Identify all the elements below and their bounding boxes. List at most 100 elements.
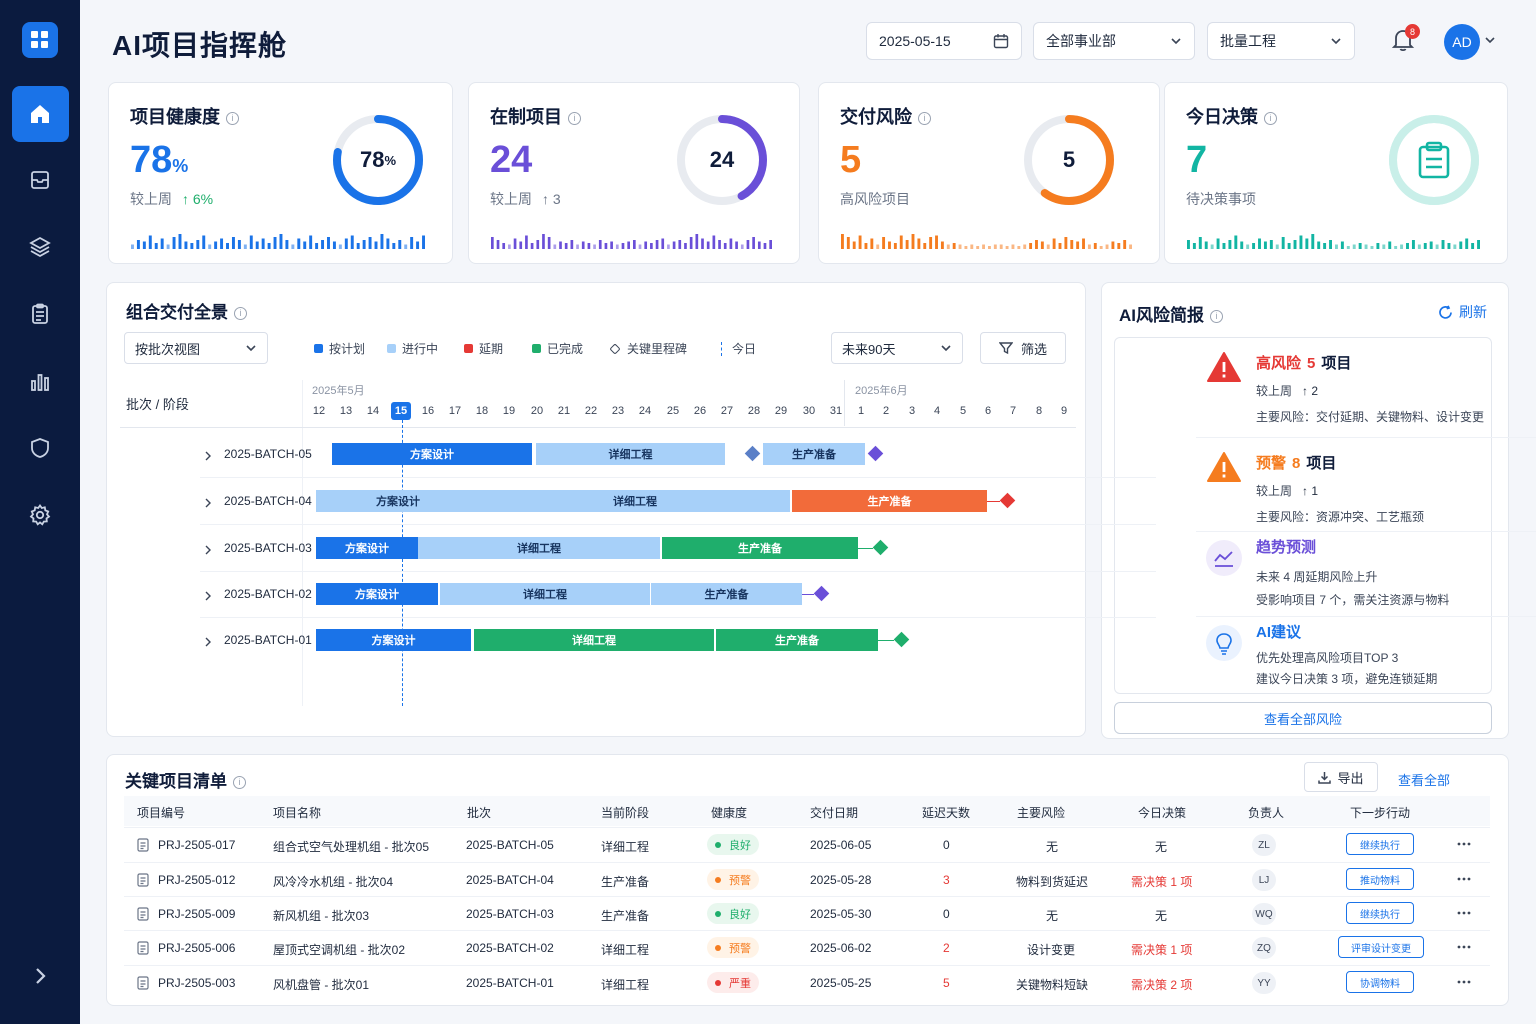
spark-bar <box>661 238 665 249</box>
division-select[interactable]: 全部事业部 <box>1033 22 1195 60</box>
view-all-projects-link[interactable]: 查看全部 <box>1398 770 1450 789</box>
gantt-bar-design[interactable]: 方案设计 <box>316 490 480 512</box>
table-row[interactable]: PRJ-2505-009 新风机组 - 批次03 2025-BATCH-03 生产准备… <box>124 896 1490 930</box>
sidebar-expand-button[interactable] <box>0 948 80 1004</box>
table-header-5: 交付日期 <box>810 806 859 820</box>
next-action-button[interactable]: 协调物料 <box>1346 971 1414 993</box>
today-decision[interactable]: 需决策 2 项 <box>1131 976 1192 993</box>
batch-name[interactable]: 2025-BATCH-02 <box>224 587 312 601</box>
expand-row-chevron-icon[interactable] <box>204 448 212 466</box>
gantt-bar-production[interactable]: 生产准备 <box>792 490 987 512</box>
risk-item-2[interactable]: 趋势预测 未来 4 周延期风险上升 受影响项目 7 个，需关注资源与物料 <box>1196 531 1536 615</box>
batch-name[interactable]: 2025-BATCH-01 <box>224 633 312 647</box>
batch-name[interactable]: 2025-BATCH-05 <box>224 447 312 461</box>
gantt-bar-engineering[interactable]: 详细工程 <box>480 490 790 512</box>
project-name[interactable]: 风机盘管 - 批次01 <box>273 976 369 993</box>
more-options-icon[interactable] <box>1456 974 1472 993</box>
sidebar-item-tasks[interactable] <box>0 286 80 342</box>
table-row[interactable]: PRJ-2505-017 组合式空气处理机组 - 批次05 2025-BATCH-0… <box>124 827 1490 861</box>
risk-item-3[interactable]: AI建议 优先处理高风险项目TOP 3 建议今日决策 3 项，避免连锁延期 <box>1196 616 1536 694</box>
gantt-bar-design[interactable]: 方案设计 <box>316 583 438 605</box>
project-id[interactable]: PRJ-2505-006 <box>158 941 235 955</box>
filter-button[interactable]: 筛选 <box>980 332 1066 364</box>
sidebar-item-security[interactable] <box>0 420 80 476</box>
sidebar-item-inbox[interactable] <box>0 152 80 208</box>
main-risk: 物料到货延迟 <box>1016 875 1089 889</box>
project-id[interactable]: PRJ-2505-017 <box>158 838 235 852</box>
gantt-bar-design[interactable]: 方案设计 <box>316 537 418 559</box>
next-action-button[interactable]: 继续执行 <box>1346 833 1414 855</box>
project-id[interactable]: PRJ-2505-003 <box>158 976 235 990</box>
spark-bar <box>1252 243 1256 249</box>
kpi-subtitle: 高风险项目 <box>840 189 920 209</box>
next-action-button[interactable]: 继续执行 <box>1346 902 1414 924</box>
next-action-button[interactable]: 推动物料 <box>1346 868 1414 890</box>
today-decision[interactable]: 需决策 1 项 <box>1131 873 1192 890</box>
sidebar-item-analytics[interactable] <box>0 353 80 409</box>
table-row[interactable]: PRJ-2505-012 风冷冷水机组 - 批次04 2025-BATCH-04 生产… <box>124 862 1490 896</box>
gantt-bar-design[interactable]: 方案设计 <box>316 629 471 651</box>
legend-item-0[interactable]: 按计划 <box>314 340 365 357</box>
gantt-bar-production[interactable]: 生产准备 <box>662 537 858 559</box>
kpi-sparkline <box>131 233 432 249</box>
sidebar-item-home[interactable] <box>0 86 80 142</box>
refresh-button[interactable]: 刷新 <box>1438 302 1487 322</box>
app-logo-icon[interactable] <box>22 22 58 58</box>
gantt-bar-production[interactable]: 生产准备 <box>763 443 865 465</box>
risk-item-1[interactable]: 预警 8 项目 较上周 ↑ 1 主要风险：资源冲突、工艺瓶颈 <box>1196 437 1536 530</box>
spark-bar <box>593 244 596 249</box>
legend-item-4[interactable]: 关键里程碑 <box>609 340 687 357</box>
gantt-bar-engineering[interactable]: 详细工程 <box>418 537 660 559</box>
project-id[interactable]: PRJ-2505-012 <box>158 873 235 887</box>
project-name[interactable]: 新风机组 - 批次03 <box>273 907 369 924</box>
more-options-icon[interactable] <box>1456 905 1472 924</box>
spark-bar <box>285 240 289 249</box>
more-options-icon[interactable] <box>1456 939 1472 958</box>
project-name[interactable]: 屋顶式空调机组 - 批次02 <box>273 941 405 958</box>
gantt-bar-production[interactable]: 生产准备 <box>651 583 802 605</box>
risk-item-0[interactable]: 高风险 5 项目 较上周 ↑ 2 主要风险：交付延期、关键物料、设计变更 <box>1196 338 1536 436</box>
sidebar-item-settings[interactable] <box>0 487 80 543</box>
user-avatar[interactable]: AD <box>1444 24 1480 60</box>
sidebar-item-layers[interactable] <box>0 219 80 275</box>
spark-bar <box>1076 241 1080 249</box>
gantt-bar-production[interactable]: 生产准备 <box>716 629 878 651</box>
export-button[interactable]: 导出 <box>1304 762 1378 792</box>
expand-row-chevron-icon[interactable] <box>204 634 212 652</box>
gantt-bar-design[interactable]: 方案设计 <box>332 443 532 465</box>
inbox-icon <box>31 171 49 189</box>
date-picker[interactable]: 2025-05-15 <box>866 22 1022 60</box>
view-all-risks-button[interactable]: 查看全部风险 <box>1114 702 1492 734</box>
table-row[interactable]: PRJ-2505-006 屋顶式空调机组 - 批次02 2025-BATCH-02 详… <box>124 930 1490 964</box>
expand-row-chevron-icon[interactable] <box>204 588 212 606</box>
batch-name[interactable]: 2025-BATCH-04 <box>224 494 312 508</box>
project-name[interactable]: 风冷冷水机组 - 批次04 <box>273 873 393 890</box>
gantt-bar-engineering[interactable]: 详细工程 <box>440 583 650 605</box>
more-options-icon[interactable] <box>1456 871 1472 890</box>
mode-select[interactable]: 批量工程 <box>1207 22 1355 60</box>
legend-item-3[interactable]: 已完成 <box>532 340 583 357</box>
legend-item-1[interactable]: 进行中 <box>387 340 438 357</box>
today-decision[interactable]: 需决策 1 项 <box>1131 941 1192 958</box>
gantt-bar-engineering[interactable]: 详细工程 <box>536 443 725 465</box>
table-row[interactable]: PRJ-2505-003 风机盘管 - 批次01 2025-BATCH-01 详细工程… <box>124 965 1490 999</box>
legend-item-5[interactable]: 今日 <box>721 340 756 357</box>
project-id[interactable]: PRJ-2505-009 <box>158 907 235 921</box>
more-options-icon[interactable] <box>1456 836 1472 855</box>
project-stage: 生产准备 <box>601 909 650 923</box>
spark-bar <box>1029 243 1033 249</box>
expand-row-chevron-icon[interactable] <box>204 495 212 513</box>
expand-row-chevron-icon[interactable] <box>204 542 212 560</box>
project-name[interactable]: 组合式空气处理机组 - 批次05 <box>273 838 429 855</box>
batch-name[interactable]: 2025-BATCH-03 <box>224 541 312 555</box>
gantt-bar-engineering[interactable]: 详细工程 <box>474 629 714 651</box>
chevron-down-icon[interactable] <box>1484 34 1496 46</box>
view-select[interactable]: 按批次视图 <box>124 332 268 364</box>
spark-bar <box>888 241 891 249</box>
range-select[interactable]: 未来90天 <box>831 332 963 364</box>
kpi-sub-prefix: 高风险项目 <box>840 191 910 207</box>
spark-bar <box>1046 244 1050 249</box>
legend-item-2[interactable]: 延期 <box>464 340 503 357</box>
next-action-button[interactable]: 评审设计变更 <box>1338 936 1424 958</box>
gantt-day-25: 25 <box>666 405 680 417</box>
